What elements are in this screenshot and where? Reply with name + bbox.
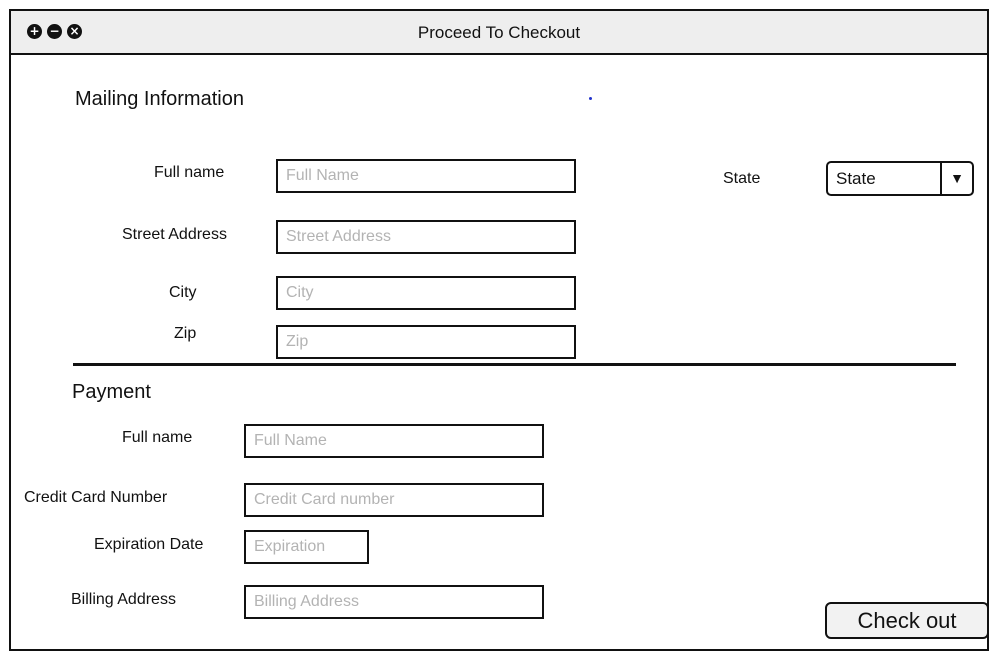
payment-heading: Payment: [72, 381, 151, 403]
expiration-input[interactable]: [244, 530, 369, 564]
mailing-full-name-input[interactable]: [276, 159, 576, 193]
mailing-full-name-label: Full name: [154, 164, 225, 181]
state-label: State: [723, 170, 761, 187]
street-address-input[interactable]: [276, 220, 576, 254]
zip-input[interactable]: [276, 325, 576, 359]
street-address-label: Street Address: [122, 226, 227, 243]
billing-address-label: Billing Address: [71, 591, 176, 608]
mailing-heading: Mailing Information: [75, 88, 244, 110]
stray-dot: [589, 97, 592, 100]
window-title: Proceed To Checkout: [417, 23, 581, 42]
chevron-down-icon[interactable]: ▼: [940, 163, 972, 194]
billing-address-input[interactable]: [244, 585, 544, 619]
city-label: City: [169, 284, 197, 301]
payment-full-name-label: Full name: [122, 429, 193, 446]
zip-label: Zip: [174, 325, 197, 342]
state-select-value: State: [836, 169, 876, 188]
title-bar: + − × Proceed To Checkout: [9, 9, 989, 55]
credit-card-input[interactable]: [244, 483, 544, 517]
state-select[interactable]: State ▼: [826, 161, 974, 196]
expiration-date-label: Expiration Date: [94, 536, 204, 553]
city-input[interactable]: [276, 276, 576, 310]
checkout-button[interactable]: Check out: [825, 602, 989, 639]
credit-card-label: Credit Card Number: [24, 489, 168, 506]
payment-full-name-input[interactable]: [244, 424, 544, 458]
section-divider: [73, 363, 956, 366]
